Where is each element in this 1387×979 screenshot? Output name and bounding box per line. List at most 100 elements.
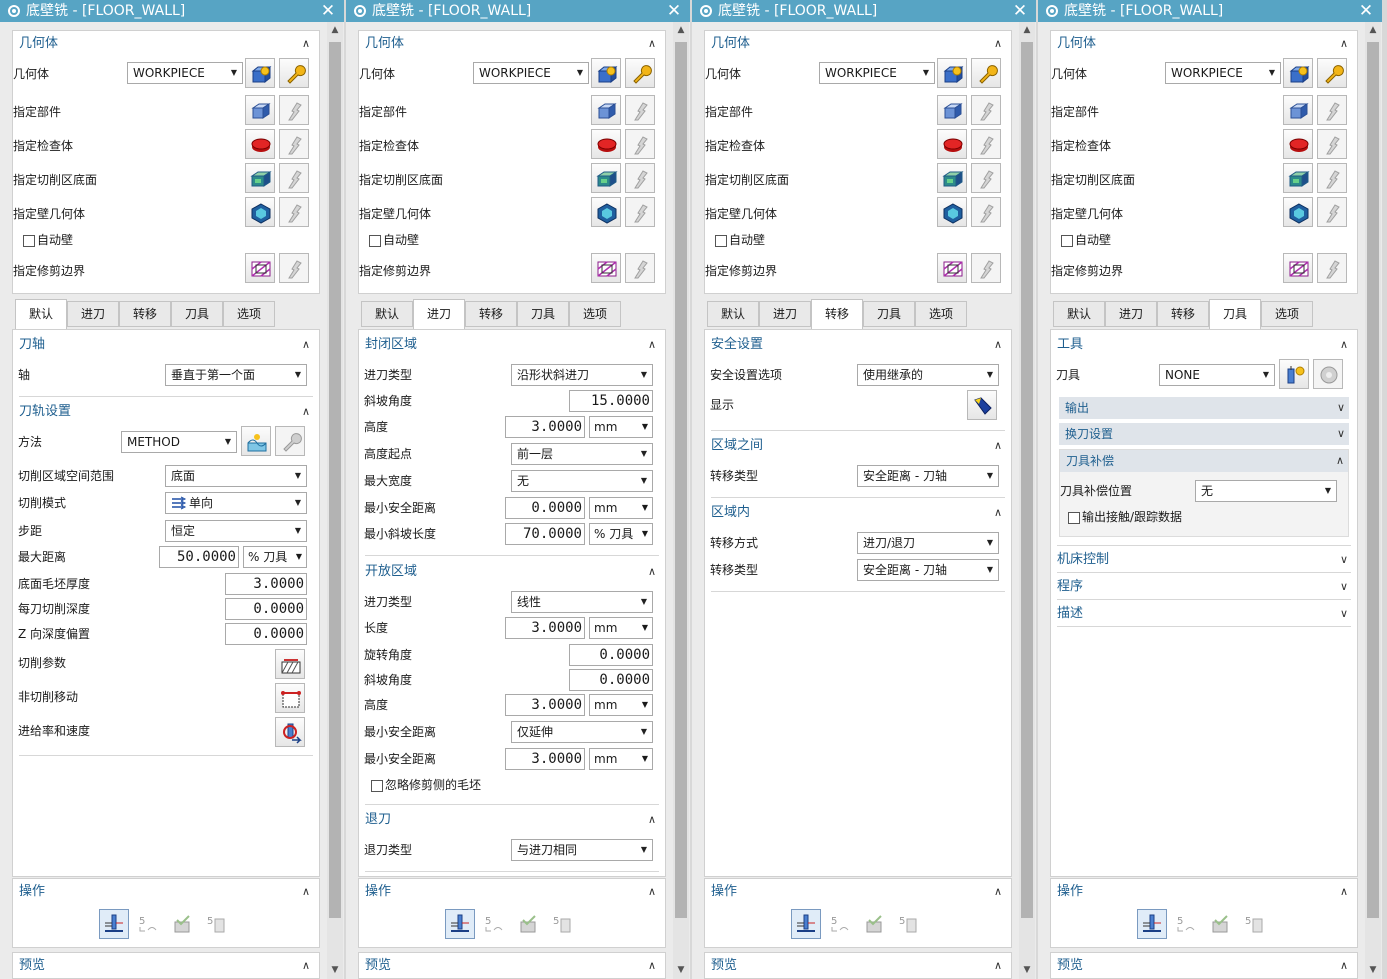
new-method-button[interactable] xyxy=(241,426,271,456)
close-icon[interactable]: ✕ xyxy=(1358,0,1374,22)
auto-wall-checkbox[interactable] xyxy=(1061,235,1073,247)
tool-axis-header[interactable]: 刀轴 ∧ xyxy=(13,334,319,356)
safety-header[interactable]: 安全设置 ∧ xyxy=(705,334,1011,356)
stepover-select[interactable]: 恒定 ▼ xyxy=(165,520,307,542)
open-height-input[interactable]: 3.0000 xyxy=(505,694,585,716)
scroll-thumb[interactable] xyxy=(329,42,341,918)
verify-button[interactable] xyxy=(859,909,889,939)
retract-header[interactable]: 退刀 ∧ xyxy=(359,809,665,831)
geometry-select[interactable]: WORKPIECE ▼ xyxy=(819,62,935,84)
scrollbar[interactable]: ▲ ▼ xyxy=(327,22,343,979)
show-specify-check-button[interactable] xyxy=(625,129,655,159)
z-offset-input[interactable]: 0.0000 xyxy=(225,623,307,645)
specify-check-button[interactable] xyxy=(245,129,275,159)
edit-geometry-button[interactable] xyxy=(1317,58,1347,88)
open-height-unit-select[interactable]: mm ▼ xyxy=(589,694,653,716)
tab-transfer[interactable]: 转移 xyxy=(119,301,171,327)
edit-tool-button[interactable] xyxy=(1313,359,1343,389)
auto-wall-checkbox[interactable] xyxy=(369,235,381,247)
tab-default[interactable]: 默认 xyxy=(1053,301,1105,327)
replay-button[interactable]: 5 xyxy=(133,909,163,939)
tab-tool[interactable]: 刀具 xyxy=(517,301,569,327)
edit-geometry-button[interactable] xyxy=(279,58,309,88)
depth-per-cut-input[interactable]: 0.0000 xyxy=(225,598,307,620)
tab-engage[interactable]: 进刀 xyxy=(413,299,465,329)
specify-floor-button[interactable] xyxy=(591,163,621,193)
geometry-header[interactable]: 几何体 ∧ xyxy=(13,33,319,55)
close-icon[interactable]: ✕ xyxy=(320,0,336,22)
show-specify-wall-button[interactable] xyxy=(971,197,1001,227)
closed-min-ramp-input[interactable]: 70.0000 xyxy=(505,523,585,545)
open-rot-input[interactable]: 0.0000 xyxy=(569,644,653,666)
within-region-header[interactable]: 区域内 ∧ xyxy=(705,502,1011,524)
tool-select[interactable]: NONE ▼ xyxy=(1159,364,1275,386)
specify-trim-button[interactable] xyxy=(591,253,621,283)
new-geometry-button[interactable] xyxy=(591,58,621,88)
within-transfer-type-select[interactable]: 安全距离 - 刀轴 ▼ xyxy=(857,559,999,581)
show-specify-floor-button[interactable] xyxy=(1317,163,1347,193)
tab-default[interactable]: 默认 xyxy=(15,299,67,329)
geometry-header[interactable]: 几何体 ∧ xyxy=(359,33,665,55)
cutting-parameters-button[interactable] xyxy=(275,649,305,679)
scrollbar[interactable]: ▲ ▼ xyxy=(1365,22,1381,979)
tab-options[interactable]: 选项 xyxy=(1261,301,1313,327)
specify-part-button[interactable] xyxy=(937,95,967,125)
tab-options[interactable]: 选项 xyxy=(569,301,621,327)
max-distance-input[interactable]: 50.0000 xyxy=(159,546,239,568)
show-specify-part-button[interactable] xyxy=(971,95,1001,125)
verify-button[interactable] xyxy=(167,909,197,939)
specify-wall-button[interactable] xyxy=(245,197,275,227)
tool-compensation-header[interactable]: 刀具补偿 ∧ xyxy=(1060,450,1348,472)
show-specify-floor-button[interactable] xyxy=(279,163,309,193)
show-specify-wall-button[interactable] xyxy=(625,197,655,227)
open-length-unit-select[interactable]: mm ▼ xyxy=(589,617,653,639)
scroll-up-icon[interactable]: ▲ xyxy=(1019,22,1035,38)
method-select[interactable]: METHOD ▼ xyxy=(121,431,237,453)
closed-ramp-input[interactable]: 15.0000 xyxy=(569,390,653,412)
axis-select[interactable]: 垂直于第一个面 ▼ xyxy=(165,364,307,386)
tab-engage[interactable]: 进刀 xyxy=(67,301,119,327)
listing-button[interactable]: 5 xyxy=(201,909,231,939)
show-specify-floor-button[interactable] xyxy=(625,163,655,193)
show-specify-wall-button[interactable] xyxy=(1317,197,1347,227)
generate-button[interactable] xyxy=(445,909,475,939)
specify-check-button[interactable] xyxy=(591,129,621,159)
specify-floor-button[interactable] xyxy=(937,163,967,193)
replay-button[interactable]: 5 xyxy=(825,909,855,939)
scroll-down-icon[interactable]: ▼ xyxy=(1019,962,1035,978)
geometry-select[interactable]: WORKPIECE ▼ xyxy=(127,62,243,84)
specify-part-button[interactable] xyxy=(245,95,275,125)
edit-geometry-button[interactable] xyxy=(971,58,1001,88)
cut-mode-select[interactable]: 单向 ▼ xyxy=(165,492,307,514)
comp-position-select[interactable]: 无 ▼ xyxy=(1195,480,1337,502)
tool-header[interactable]: 工具 ∧ xyxy=(1051,334,1357,356)
edit-geometry-button[interactable] xyxy=(625,58,655,88)
scroll-down-icon[interactable]: ▼ xyxy=(1365,962,1381,978)
within-transfer-method-select[interactable]: 进刀/退刀 ▼ xyxy=(857,532,999,554)
close-icon[interactable]: ✕ xyxy=(666,0,682,22)
scroll-up-icon[interactable]: ▲ xyxy=(327,22,343,38)
tab-tool[interactable]: 刀具 xyxy=(863,301,915,327)
dialog-title-bar[interactable]: 底壁铣 - [FLOOR_WALL] ✕ xyxy=(346,0,690,22)
specify-check-button[interactable] xyxy=(1283,129,1313,159)
preview-header[interactable]: 预览 ∧ xyxy=(359,955,665,977)
specify-floor-button[interactable] xyxy=(245,163,275,193)
specify-trim-button[interactable] xyxy=(1283,253,1313,283)
open-min-safe2-unit-select[interactable]: mm ▼ xyxy=(589,748,653,770)
geometry-select[interactable]: WORKPIECE ▼ xyxy=(473,62,589,84)
new-geometry-button[interactable] xyxy=(245,58,275,88)
tool-change-subsection[interactable]: 换刀设置 ∨ xyxy=(1059,423,1349,445)
cut-area-select[interactable]: 底面 ▼ xyxy=(165,465,307,487)
tab-engage[interactable]: 进刀 xyxy=(1105,301,1157,327)
scroll-down-icon[interactable]: ▼ xyxy=(327,962,343,978)
generate-button[interactable] xyxy=(99,909,129,939)
retract-type-select[interactable]: 与进刀相同 ▼ xyxy=(511,839,653,861)
preview-header[interactable]: 预览 ∧ xyxy=(1051,955,1357,977)
closed-start-select[interactable]: 前一层 ▼ xyxy=(511,443,653,465)
geometry-header[interactable]: 几何体 ∧ xyxy=(1051,33,1357,55)
scroll-thumb[interactable] xyxy=(1367,42,1379,918)
listing-button[interactable]: 5 xyxy=(893,909,923,939)
actions-header[interactable]: 操作 ∧ xyxy=(705,881,1011,903)
path-settings-header[interactable]: 刀轨设置 ∧ xyxy=(13,401,319,423)
tab-tool[interactable]: 刀具 xyxy=(1209,299,1261,329)
